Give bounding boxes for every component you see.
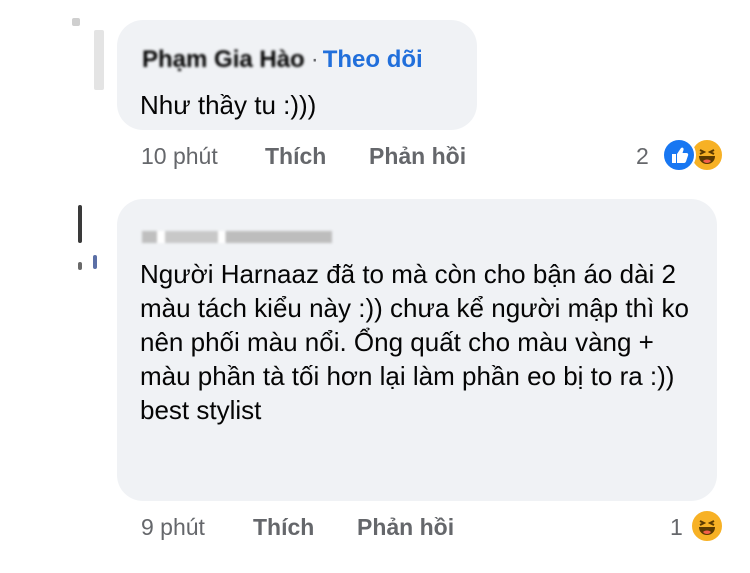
author-name[interactable]: Phạm Gia Hào (142, 46, 305, 73)
separator-dot: · (310, 46, 319, 73)
haha-icon (690, 509, 724, 543)
like-icon (662, 138, 696, 172)
reply-button[interactable]: Phản hồi (357, 514, 454, 541)
like-button[interactable]: Thích (253, 514, 314, 541)
reply-button[interactable]: Phản hồi (369, 143, 466, 170)
timestamp[interactable]: 10 phút (141, 143, 218, 170)
avatar-fragment (78, 262, 82, 270)
avatar-fragment (72, 18, 80, 26)
timestamp[interactable]: 9 phút (141, 514, 205, 541)
comment-header (142, 222, 332, 250)
avatar[interactable] (78, 205, 82, 243)
comment-actions: 10 phút Thích Phản hồi (141, 143, 501, 173)
comment-text: Người Harnaaz đã to mà còn cho bận áo dà… (140, 259, 689, 425)
avatar[interactable] (94, 30, 104, 90)
like-button[interactable]: Thích (265, 143, 326, 170)
comment-actions: 9 phút Thích Phản hồi (141, 514, 501, 544)
reaction-count[interactable]: 1 (670, 514, 683, 541)
follow-button[interactable]: Theo dõi (323, 46, 423, 73)
reaction-count[interactable]: 2 (636, 143, 649, 170)
comment-header: Phạm Gia Hào · Theo dõi (142, 46, 423, 74)
author-name[interactable] (142, 230, 332, 243)
comment-text: Như thầy tu :))) (140, 90, 317, 120)
avatar-fragment (93, 255, 97, 269)
